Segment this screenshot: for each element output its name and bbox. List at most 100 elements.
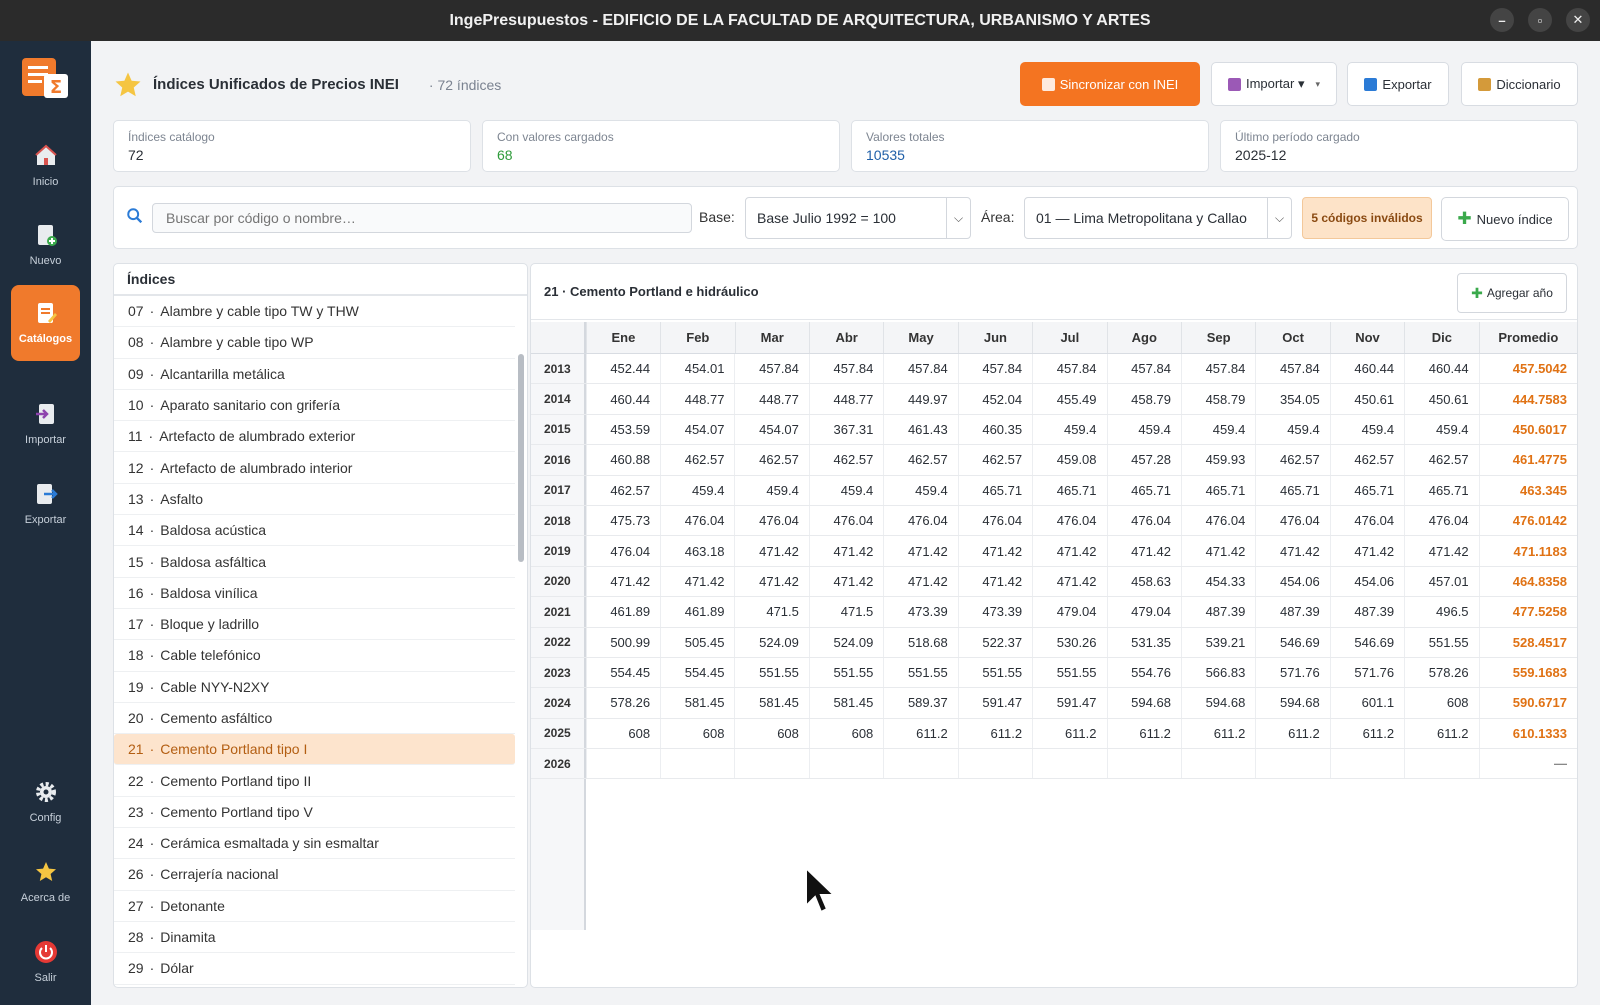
value-cell[interactable]: 471.42 xyxy=(1032,566,1106,597)
value-cell[interactable]: 554.45 xyxy=(660,657,734,688)
value-cell[interactable]: 471.42 xyxy=(660,566,734,597)
invalid-codes-badge[interactable]: 5 códigos inválidos xyxy=(1302,197,1432,239)
value-cell[interactable]: 471.42 xyxy=(1255,536,1329,566)
sidebar-item-acerca[interactable]: Acerca de xyxy=(11,844,80,920)
value-cell[interactable]: 471.42 xyxy=(1404,536,1478,566)
list-item[interactable]: 23 · Cemento Portland tipo V xyxy=(114,797,515,829)
value-cell[interactable]: 476.04 xyxy=(734,505,808,536)
value-cell[interactable]: 611.2 xyxy=(1255,718,1329,749)
list-scrollbar[interactable] xyxy=(518,354,524,562)
value-cell[interactable]: 462.57 xyxy=(1329,445,1404,475)
column-header[interactable]: May xyxy=(883,322,957,353)
value-cell[interactable]: 611.2 xyxy=(957,718,1032,749)
column-header[interactable]: Abr xyxy=(808,322,883,353)
value-cell[interactable]: 471.42 xyxy=(1180,536,1255,566)
export-button[interactable]: Exportar xyxy=(1347,62,1449,106)
value-cell[interactable]: 546.69 xyxy=(1255,627,1329,657)
list-item[interactable]: 07 · Alambre y cable tipo TW y THW xyxy=(114,296,515,328)
value-cell[interactable]: 471.5 xyxy=(808,597,883,627)
value-cell[interactable]: 471.42 xyxy=(585,566,660,597)
value-cell[interactable]: 354.05 xyxy=(1255,384,1329,414)
value-cell[interactable]: 539.21 xyxy=(1180,627,1255,657)
sidebar-item-salir[interactable]: Salir xyxy=(11,924,80,1000)
value-cell[interactable] xyxy=(957,749,1032,779)
value-cell[interactable]: 454.07 xyxy=(660,414,734,445)
value-cell[interactable]: 608 xyxy=(808,718,883,749)
value-cell[interactable] xyxy=(883,749,957,779)
minimize-button[interactable]: – xyxy=(1490,8,1514,32)
value-cell[interactable]: 458.63 xyxy=(1106,566,1181,597)
value-cell[interactable]: 608 xyxy=(660,718,734,749)
sidebar-item-config[interactable]: Config xyxy=(11,764,80,840)
value-cell[interactable]: 458.79 xyxy=(1180,384,1255,414)
list-item[interactable]: 17 · Bloque y ladrillo xyxy=(114,609,515,641)
value-cell[interactable]: 457.84 xyxy=(957,354,1032,384)
value-cell[interactable]: 471.42 xyxy=(734,566,808,597)
list-item[interactable]: 12 · Artefacto de alumbrado interior xyxy=(114,452,515,484)
value-cell[interactable]: 476.04 xyxy=(1404,505,1478,536)
value-cell[interactable]: 448.77 xyxy=(734,384,808,414)
list-item[interactable]: 22 · Cemento Portland tipo II xyxy=(114,765,515,797)
value-cell[interactable]: 581.45 xyxy=(808,688,883,718)
value-cell[interactable]: 450.61 xyxy=(1329,384,1404,414)
value-cell[interactable]: 554.45 xyxy=(585,657,660,688)
value-cell[interactable]: 471.42 xyxy=(1106,536,1181,566)
column-header[interactable]: Promedio xyxy=(1478,322,1577,353)
column-header[interactable]: Nov xyxy=(1329,322,1404,353)
value-cell[interactable]: 452.04 xyxy=(957,384,1032,414)
value-cell[interactable]: 459.08 xyxy=(1032,445,1106,475)
list-item[interactable]: 19 · Cable NYY-N2XY xyxy=(114,672,515,703)
value-cell[interactable]: 457.84 xyxy=(1032,354,1106,384)
value-cell[interactable]: 475.73 xyxy=(585,505,660,536)
value-cell[interactable]: 471.42 xyxy=(1032,536,1106,566)
value-cell[interactable]: 459.4 xyxy=(1106,414,1181,445)
import-dropdown-button[interactable]: Importar ▾ ▾ xyxy=(1211,62,1337,106)
list-item[interactable]: 18 · Cable telefónico xyxy=(114,640,515,672)
value-cell[interactable]: 611.2 xyxy=(883,718,957,749)
value-cell[interactable] xyxy=(1032,749,1106,779)
value-cell[interactable]: 601.1 xyxy=(1329,688,1404,718)
list-item[interactable]: 28 · Dinamita xyxy=(114,922,515,954)
value-cell[interactable]: 457.84 xyxy=(883,354,957,384)
column-header[interactable]: Sep xyxy=(1180,322,1255,353)
value-cell[interactable]: 476.04 xyxy=(957,505,1032,536)
value-cell[interactable] xyxy=(660,749,734,779)
value-cell[interactable]: 471.42 xyxy=(808,566,883,597)
value-cell[interactable]: 524.09 xyxy=(808,627,883,657)
value-cell[interactable]: 594.68 xyxy=(1255,688,1329,718)
value-cell[interactable] xyxy=(1106,749,1181,779)
close-button[interactable]: ✕ xyxy=(1566,8,1590,32)
value-cell[interactable]: 460.44 xyxy=(585,384,660,414)
value-cell[interactable]: 448.77 xyxy=(660,384,734,414)
value-cell[interactable]: 471.42 xyxy=(1329,536,1404,566)
column-header[interactable]: Dic xyxy=(1404,322,1478,353)
value-cell[interactable]: 453.59 xyxy=(585,414,660,445)
value-cell[interactable]: 471.5 xyxy=(734,597,808,627)
value-cell[interactable]: 611.2 xyxy=(1404,718,1478,749)
value-cell[interactable]: 581.45 xyxy=(660,688,734,718)
value-cell[interactable]: 571.76 xyxy=(1329,657,1404,688)
column-header[interactable]: Oct xyxy=(1255,322,1329,353)
value-cell[interactable]: 551.55 xyxy=(883,657,957,688)
value-cell[interactable]: 546.69 xyxy=(1329,627,1404,657)
value-cell[interactable]: 457.84 xyxy=(1255,354,1329,384)
list-item[interactable]: 08 · Alambre y cable tipo WP xyxy=(114,327,515,359)
list-item[interactable]: 24 · Cerámica esmaltada y sin esmaltar xyxy=(114,828,515,860)
value-cell[interactable]: 454.06 xyxy=(1255,566,1329,597)
area-select[interactable]: 01 — Lima Metropolitana y Callao ⌵ xyxy=(1024,197,1292,239)
value-cell[interactable]: 457.28 xyxy=(1106,445,1181,475)
value-cell[interactable]: 611.2 xyxy=(1032,718,1106,749)
value-cell[interactable] xyxy=(1180,749,1255,779)
value-cell[interactable]: 594.68 xyxy=(1180,688,1255,718)
column-header[interactable]: Ene xyxy=(585,322,660,353)
value-cell[interactable]: 473.39 xyxy=(883,597,957,627)
value-cell[interactable]: 459.4 xyxy=(734,475,808,505)
value-cell[interactable]: 465.71 xyxy=(957,475,1032,505)
value-cell[interactable]: 452.44 xyxy=(585,354,660,384)
sync-inei-button[interactable]: Sincronizar con INEI xyxy=(1020,62,1200,106)
sidebar-item-exportar[interactable]: Exportar xyxy=(11,466,80,542)
value-cell[interactable]: 531.35 xyxy=(1106,627,1181,657)
value-cell[interactable]: 449.97 xyxy=(883,384,957,414)
base-select[interactable]: Base Julio 1992 = 100 ⌵ xyxy=(745,197,971,239)
new-index-button[interactable]: ✚ Nuevo índice xyxy=(1441,197,1569,241)
